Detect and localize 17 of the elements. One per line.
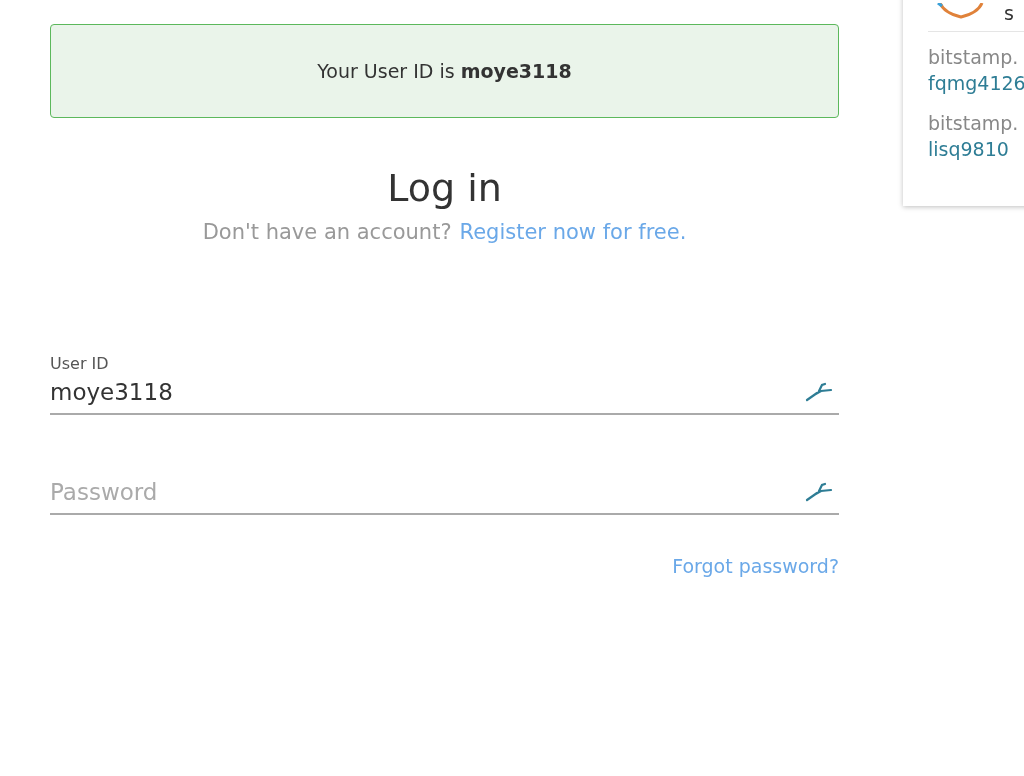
login-heading: Log in — [386, 165, 503, 212]
account-site: bitstamp. — [928, 111, 1020, 136]
popup-header-text: s — [1004, 3, 1014, 23]
field-label: User ID — [50, 354, 110, 373]
account-entry[interactable]: bitstamp. fqmg4126 — [928, 44, 1024, 96]
register-prompt: Don't have an account? — [202, 220, 452, 244]
banner-text: Your User ID is moye3118 — [317, 60, 572, 82]
account-user: lisq9810 — [928, 137, 1010, 162]
input-field[interactable]: Password — [50, 479, 805, 505]
input-field[interactable]: moye3118 — [50, 379, 805, 405]
swoosh-icon[interactable] — [805, 382, 833, 402]
account-site: bitstamp. — [928, 45, 1020, 70]
register-link[interactable]: Register now for free. — [459, 220, 687, 244]
forgot-password-link[interactable]: Forgot password? — [672, 555, 839, 577]
account-entry[interactable]: bitstamp. lisq9810 — [928, 110, 1024, 162]
swoosh-icon[interactable] — [805, 482, 833, 502]
account-user: fqmg4126 — [928, 71, 1024, 96]
